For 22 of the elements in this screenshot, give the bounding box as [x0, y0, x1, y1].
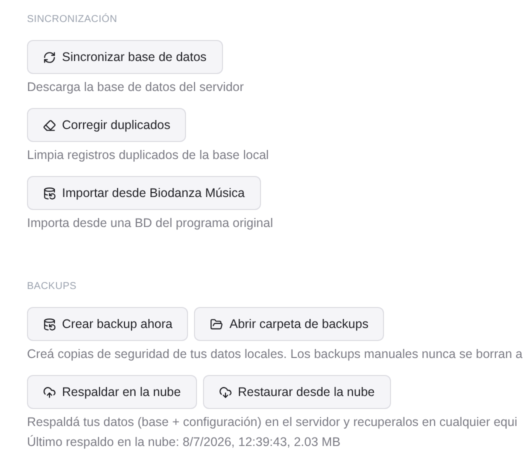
description-text: Creá copias de seguridad de tus datos locales. Los backups manuales nunca se borran a — [27, 346, 522, 363]
cloud-upload-icon — [43, 386, 56, 398]
description-text: Descarga la base de datos del servidor — [27, 79, 244, 96]
refresh-icon — [43, 50, 56, 64]
database-icon — [43, 318, 56, 330]
eraser-icon — [43, 118, 56, 132]
folder-icon — [210, 318, 224, 330]
action-button[interactable]: Restaurar desde la nube — [202, 375, 391, 409]
database-icon — [43, 186, 56, 200]
section-heading: SINCRONIZACIÓN — [27, 13, 118, 27]
description-text: Limpia registros duplicados de la base local — [27, 147, 269, 164]
action-button[interactable]: Crear backup ahora — [27, 307, 188, 341]
description-text: Último respaldo en la nube: 8/7/2026, 12:39:43, 2.03 MB — [27, 434, 340, 451]
action-button[interactable]: Sincronizar base de datos — [27, 40, 223, 74]
description-text: Respaldá tus datos (base + configuración) en el servidor y recuperalos en cualquier equi — [27, 414, 518, 431]
action-button[interactable]: Respaldar en la nube — [27, 375, 197, 409]
action-button[interactable]: Corregir duplicados — [27, 108, 186, 142]
section-heading: BACKUPS — [27, 280, 77, 294]
description-text: Importa desde una BD del programa original — [27, 215, 273, 232]
cloud-download-icon — [218, 386, 232, 398]
action-button[interactable]: Abrir carpeta de backups — [194, 307, 384, 341]
action-button[interactable]: Importar desde Biodanza Música — [27, 176, 261, 210]
